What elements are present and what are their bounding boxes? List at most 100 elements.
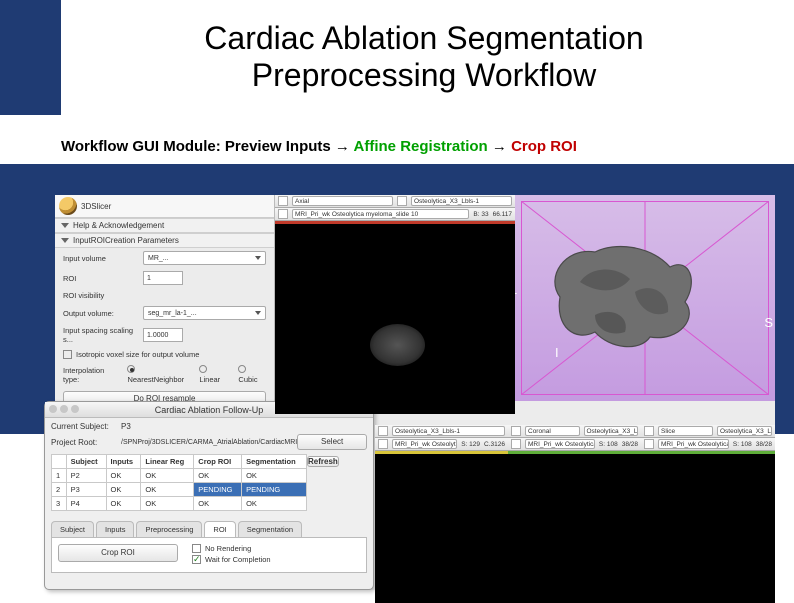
radio-icon <box>199 365 207 373</box>
followup-window[interactable]: Cardiac Ablation Follow-Up Current Subje… <box>44 401 374 590</box>
table-cell[interactable]: OK <box>106 469 141 483</box>
eye-icon[interactable] <box>397 196 407 206</box>
fg-selector[interactable]: Coronal <box>525 426 580 436</box>
table-row[interactable]: 3P4OKOKOKOK <box>52 497 367 511</box>
label-icon[interactable] <box>378 439 388 449</box>
viewer-axial[interactable]: Axial Osteolytica_X3_Lbls-1 MRI_Pri_wk O… <box>275 195 515 401</box>
bg-selector[interactable]: Osteolytica_X3_Lbls-1 <box>584 426 639 436</box>
tab-segmentation[interactable]: Segmentation <box>238 521 302 537</box>
select-button[interactable]: Select <box>297 434 367 450</box>
table-cell[interactable]: P4 <box>66 497 106 511</box>
opt-norender[interactable]: No Rendering <box>192 544 271 553</box>
bg-selector[interactable]: Osteolytica_X3_Lbls-1 <box>411 196 512 206</box>
label-icon[interactable] <box>278 209 288 219</box>
viewer-slc-canvas[interactable] <box>641 454 775 603</box>
table-cell[interactable]: OK <box>106 497 141 511</box>
lb-selector[interactable]: MRI_Pri_wk Osteolytica myeloma_slide 10 <box>525 439 595 449</box>
table-cell[interactable]: OK <box>141 483 194 497</box>
table-cell[interactable]: PENDING <box>242 483 307 497</box>
isotropic-label: Isotropic voxel size for output volume <box>76 350 199 359</box>
opt-wait[interactable]: Wait for Completion <box>192 555 271 564</box>
output-volume-dropdown[interactable]: seg_mr_la-1_... <box>143 306 266 320</box>
followup-panel: Crop ROI No Rendering Wait for Completio… <box>51 538 367 573</box>
window-controls[interactable] <box>49 405 79 413</box>
chevron-down-icon <box>255 311 261 315</box>
current-subject-label: Current Subject: <box>51 422 121 431</box>
table-cell[interactable]: PENDING <box>194 483 242 497</box>
param-output-volume: Output volume: seg_mr_la-1_... <box>55 303 274 323</box>
subtitle-red: Crop ROI <box>511 138 577 155</box>
viewer-axial-canvas[interactable] <box>275 224 515 414</box>
lb-selector[interactable]: MRI_Pri_wk Osteolytica myeloma_slide 10 <box>392 439 457 449</box>
viewer-cor-canvas[interactable] <box>508 454 641 603</box>
fg-selector[interactable]: Slice <box>658 426 713 436</box>
table-cell[interactable]: OK <box>194 497 242 511</box>
orient-label-S: S <box>764 315 773 330</box>
table-cell[interactable]: OK <box>106 483 141 497</box>
accordion-params-label: InputROICreation Parameters <box>73 236 179 245</box>
minimize-icon[interactable] <box>60 405 68 413</box>
bg-selector[interactable]: Osteolytica_X3_Lbls-1 <box>392 426 505 436</box>
viewer-3d[interactable]: T I S <box>515 195 775 401</box>
accordion-help[interactable]: Help & Acknowledgement <box>55 218 274 233</box>
table-cell[interactable]: 1 <box>52 469 67 483</box>
viewer-slice[interactable]: Slice Osteolytica_X3_Lbls-1 MRI_Pri_wk O… <box>641 425 775 590</box>
isotropic-checkbox[interactable] <box>63 350 72 359</box>
table-cell[interactable]: OK <box>242 469 307 483</box>
crop-roi-button[interactable]: Crop ROI <box>58 544 178 562</box>
opt-norender-label: No Rendering <box>205 544 251 553</box>
link-icon[interactable] <box>511 426 521 436</box>
table-row[interactable]: 2P3OKOKPENDINGPENDING <box>52 483 367 497</box>
accordion-params[interactable]: InputROICreation Parameters <box>55 233 274 248</box>
viewer-coronal[interactable]: Coronal Osteolytica_X3_Lbls-1 MRI_Pri_wk… <box>508 425 641 590</box>
slicer-logo-icon <box>59 197 77 215</box>
param-isotropic: Isotropic voxel size for output volume <box>55 347 274 362</box>
tab-preprocessing[interactable]: Preprocessing <box>136 521 202 537</box>
col-linreg: Linear Reg <box>141 455 194 469</box>
link-icon[interactable] <box>278 196 288 206</box>
slice-value: 38/28 <box>756 441 772 448</box>
chevron-down-icon <box>61 238 69 243</box>
orient-label-T: T <box>515 290 517 305</box>
fg-selector[interactable]: Axial <box>292 196 393 206</box>
current-subject-value: P3 <box>121 422 367 431</box>
close-icon[interactable] <box>49 405 57 413</box>
interp-linear-option[interactable]: Linear <box>199 365 228 384</box>
table-cell[interactable]: OK <box>194 469 242 483</box>
viewer-sag-canvas[interactable] <box>375 454 508 603</box>
followup-options: No Rendering Wait for Completion <box>192 544 271 566</box>
table-cell[interactable]: P3 <box>66 483 106 497</box>
table-cell[interactable]: OK <box>242 497 307 511</box>
label-icon[interactable] <box>644 439 654 449</box>
lb-selector[interactable]: MRI_Pri_wk Osteolytica myeloma_slide 10 <box>658 439 729 449</box>
table-cell[interactable]: 2 <box>52 483 67 497</box>
module-sidebar: 3DSlicer Help & Acknowledgement InputROI… <box>55 195 275 401</box>
decor-bluebar-top <box>0 0 61 115</box>
lb-selector[interactable]: MRI_Pri_wk Osteolytica myeloma_slide 10 <box>292 209 469 219</box>
interp-cubic-option[interactable]: Cubic <box>238 365 266 384</box>
table-row[interactable]: 1P2OKOKOKOK <box>52 469 367 483</box>
table-cell[interactable]: 3 <box>52 497 67 511</box>
tab-subject[interactable]: Subject <box>51 521 94 537</box>
tab-inputs[interactable]: Inputs <box>96 521 134 537</box>
interp-cubic-label: Cubic <box>238 375 257 384</box>
link-icon[interactable] <box>644 426 654 436</box>
tab-roi[interactable]: ROI <box>204 521 235 537</box>
input-volume-dropdown[interactable]: MR_... <box>143 251 266 265</box>
project-root-value: /SPNProj/3DSLICER/CARMA_AtrialAblation/C… <box>121 439 297 446</box>
viewer-sagittal[interactable]: Osteolytica_X3_Lbls-1 MRI_Pri_wk Osteoly… <box>375 425 508 590</box>
roi-spinner[interactable]: 1 <box>143 271 183 285</box>
label-icon[interactable] <box>511 439 521 449</box>
zoom-icon[interactable] <box>71 405 79 413</box>
refresh-button[interactable]: Refresh <box>307 456 339 467</box>
table-cell[interactable]: OK <box>141 469 194 483</box>
table-cell[interactable]: P2 <box>66 469 106 483</box>
bg-selector[interactable]: Osteolytica_X3_Lbls-1 <box>717 426 772 436</box>
subtitle-arrow: → <box>488 138 511 155</box>
table-cell[interactable]: OK <box>141 497 194 511</box>
interp-nn-option[interactable]: NearestNeighbor <box>127 365 189 384</box>
viewer-sag-header2: MRI_Pri_wk Osteolytica myeloma_slide 10 … <box>375 438 508 451</box>
app-window: 3DSlicer Help & Acknowledgement InputROI… <box>55 195 775 590</box>
spacing-spinner[interactable]: 1.0000 <box>143 328 183 342</box>
link-icon[interactable] <box>378 426 388 436</box>
